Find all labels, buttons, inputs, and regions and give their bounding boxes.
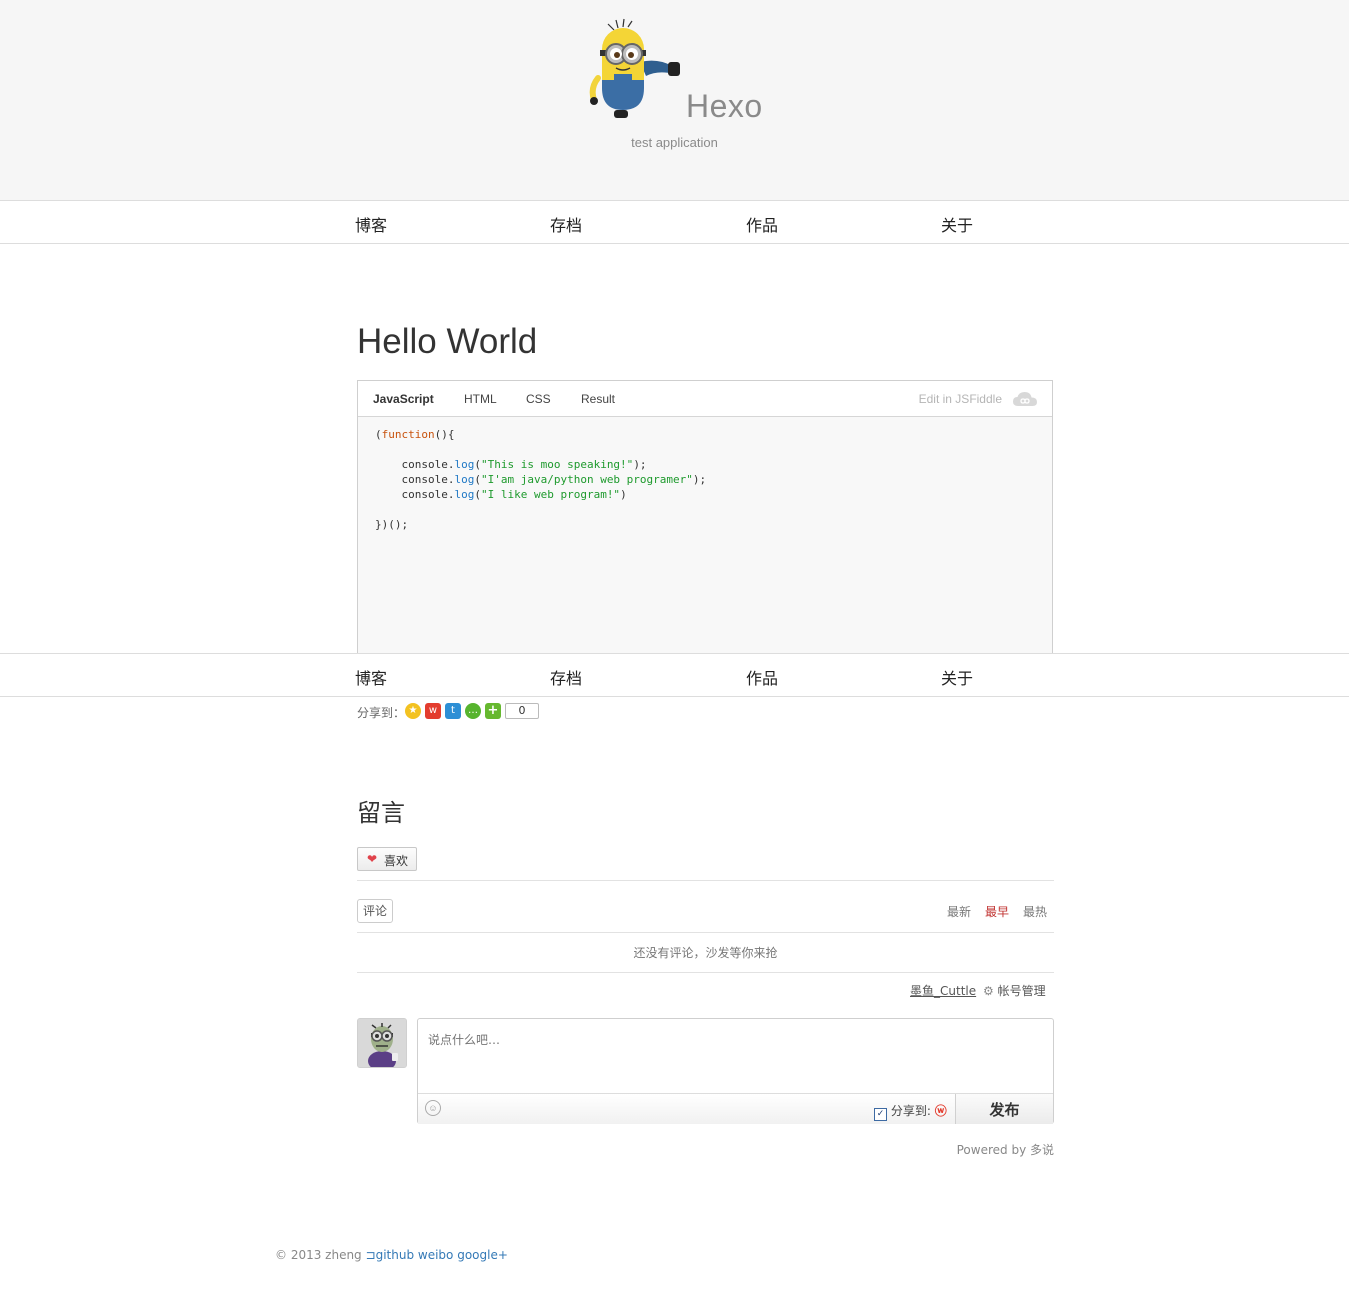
empty-comments-message: 还没有评论，沙发等你来抢 xyxy=(633,946,778,960)
share-to-weibo-toggle[interactable]: ✓ 分享到: ⓦ xyxy=(874,1102,947,1121)
share-count: 0 xyxy=(505,703,539,719)
edit-in-jsfiddle-link[interactable]: Edit in JSFiddle xyxy=(919,392,1002,406)
checkbox-checked-icon[interactable]: ✓ xyxy=(874,1108,887,1121)
copyright: © 2013 zheng xyxy=(275,1248,362,1262)
tab-javascript[interactable]: JavaScript xyxy=(373,392,434,406)
main-nav: 博客 存档 作品 关于 xyxy=(0,200,1349,244)
share-label: 分享到： xyxy=(357,706,406,720)
submit-comment-button[interactable]: 发布 xyxy=(955,1094,1053,1124)
gear-icon: ⚙ xyxy=(983,984,994,998)
tencent-weibo-icon[interactable]: t xyxy=(445,703,461,719)
jsfiddle-embed: JavaScript HTML CSS Result Edit in JSFid… xyxy=(357,380,1053,653)
divider xyxy=(357,972,1054,973)
footer-link-github[interactable]: ⊐github xyxy=(366,1248,415,1262)
wechat-icon[interactable]: … xyxy=(465,703,481,719)
code-line: })(); xyxy=(375,518,409,531)
nav-item-blog[interactable]: 博客 xyxy=(355,212,387,236)
tab-result[interactable]: Result xyxy=(581,392,615,406)
nav-item-archive[interactable]: 存档 xyxy=(550,212,582,236)
minion-logo[interactable] xyxy=(588,18,686,122)
footer-link-google-plus[interactable]: google+ xyxy=(457,1248,508,1262)
tab-html[interactable]: HTML xyxy=(464,392,497,406)
site-title[interactable]: Hexo xyxy=(686,88,763,125)
site-header: Hexo test application xyxy=(0,0,1349,200)
comment-input[interactable] xyxy=(418,1019,1053,1093)
qzone-icon[interactable]: ★ xyxy=(405,703,421,719)
like-button[interactable]: ❤ 喜欢 xyxy=(357,847,417,871)
divider xyxy=(357,880,1054,881)
code-line: console.log("I like web program!") xyxy=(375,488,627,501)
tab-css[interactable]: CSS xyxy=(526,392,551,406)
account-settings-label: 帐号管理 xyxy=(997,984,1046,998)
account-settings-link[interactable]: ⚙ 帐号管理 xyxy=(983,982,1046,999)
site-subtitle: test application xyxy=(631,135,718,150)
post-title: Hello World xyxy=(357,322,538,361)
jsfiddle-tabs: JavaScript HTML CSS Result Edit in JSFid… xyxy=(358,381,1052,417)
avatar[interactable] xyxy=(357,1018,407,1068)
order-newest[interactable]: 最新 xyxy=(947,903,971,920)
comments-title: 留言 xyxy=(357,799,405,827)
nav-item-works[interactable]: 作品 xyxy=(746,665,778,689)
like-label: 喜欢 xyxy=(384,854,409,868)
footer-link-weibo[interactable]: weibo xyxy=(418,1248,454,1262)
nav-item-archive[interactable]: 存档 xyxy=(550,665,582,689)
nav-item-about[interactable]: 关于 xyxy=(941,212,973,236)
order-hottest[interactable]: 最热 xyxy=(1023,903,1047,920)
tab-comments[interactable]: 评论 xyxy=(357,899,394,923)
code-line: (function(){ xyxy=(375,428,455,441)
current-user-link[interactable]: 墨鱼_Cuttle xyxy=(910,982,976,999)
weibo-icon: ⓦ xyxy=(934,1104,947,1118)
avatar-image xyxy=(358,1019,406,1067)
sticky-nav: 博客 存档 作品 关于 xyxy=(0,653,1349,697)
comment-toolbar: ☺ ✓ 分享到: ⓦ 发布 xyxy=(418,1093,1053,1124)
footer: © 2013 zheng ⊐github weibo google+ xyxy=(275,1248,508,1262)
nav-item-works[interactable]: 作品 xyxy=(746,212,778,236)
weibo-icon[interactable]: w xyxy=(425,703,441,719)
sync-label: 分享到: xyxy=(890,1104,931,1118)
jsfiddle-cloud-icon[interactable] xyxy=(1012,390,1038,408)
code-block: (function(){ console.log("This is moo sp… xyxy=(375,427,706,532)
code-line: console.log("This is moo speaking!"); xyxy=(375,458,647,471)
heart-icon: ❤ xyxy=(367,852,378,866)
more-share-icon[interactable]: + xyxy=(485,703,501,719)
nav-item-about[interactable]: 关于 xyxy=(941,665,973,689)
divider xyxy=(357,932,1054,933)
comment-box: ☺ ✓ 分享到: ⓦ 发布 xyxy=(417,1018,1054,1124)
powered-by-link[interactable]: Powered by 多说 xyxy=(900,1141,1054,1158)
emoji-icon[interactable]: ☺ xyxy=(425,1100,441,1116)
nav-item-blog[interactable]: 博客 xyxy=(355,665,387,689)
order-oldest[interactable]: 最早 xyxy=(985,903,1009,920)
code-line: console.log("I'am java/python web progra… xyxy=(375,473,707,486)
